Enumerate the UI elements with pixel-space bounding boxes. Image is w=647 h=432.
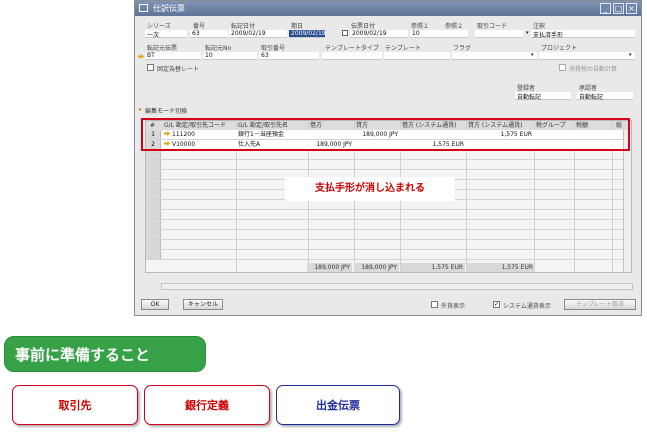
sc-display-checkbox[interactable]: ✓ <box>493 301 500 308</box>
business-partner-button[interactable]: 取引先 <box>12 385 138 425</box>
series-field[interactable]: 一次 <box>145 30 187 39</box>
series-label: シリーズ <box>147 23 171 30</box>
cancel-button[interactable]: キャンセル <box>183 299 223 310</box>
close-button[interactable]: × <box>626 3 637 14</box>
fc-display-checkbox[interactable] <box>431 301 438 308</box>
remarks-dropdown-icon[interactable]: ▾ <box>526 30 529 36</box>
number-field[interactable]: 63 <box>190 30 228 38</box>
template-type-field[interactable] <box>322 52 382 60</box>
sc-display-label: システム通貨表示 <box>503 303 551 310</box>
trans-no-label: 取引番号 <box>261 45 286 52</box>
callout-text: 支払手形が消し込まれる <box>285 177 455 201</box>
grid-horizontal-scrollbar[interactable] <box>161 283 633 290</box>
total-debit: 189,000 JPY <box>307 263 352 272</box>
expand-arrow-icon[interactable]: ▸ <box>139 106 142 113</box>
maximize-button[interactable]: □ <box>613 3 624 14</box>
project-field[interactable] <box>539 52 635 60</box>
template-label: テンプレート <box>385 45 421 52</box>
posting-date-field[interactable]: 2009/02/19 <box>229 30 287 38</box>
journal-icon <box>139 4 148 12</box>
project-label: プロジェクト <box>541 45 578 52</box>
ref1-label: 参照１ <box>411 23 430 30</box>
auto-tax-label: 消費税の自動計算 <box>569 66 618 73</box>
template-field[interactable] <box>384 52 450 60</box>
posting-date-label: 転記日付 <box>231 23 256 30</box>
origin-label: 転記元伝票 <box>147 45 178 52</box>
creator-label: 登録者 <box>517 85 536 92</box>
prep-title-banner: 事前に準備すること <box>4 336 206 372</box>
approver-field: 自動転記 <box>577 92 633 101</box>
origin-no-field: 10 <box>203 52 257 60</box>
remarks-label: 注釈 <box>533 23 546 30</box>
creator-field: 自動転記 <box>515 92 571 101</box>
approver-label: 承認者 <box>579 85 598 92</box>
ref1-field[interactable]: 10 <box>410 30 468 38</box>
total-debit-sc: 1,575 EUR <box>401 263 465 272</box>
number-label: 番号 <box>193 23 206 30</box>
grid-vertical-scrollbar[interactable] <box>623 130 631 272</box>
total-credit: 189,000 JPY <box>354 263 399 272</box>
fixed-rate-label: 固定為替レート <box>157 66 200 73</box>
origin-link-arrow-icon[interactable] <box>138 54 144 59</box>
indicator-label: フラグ <box>453 45 472 52</box>
due-date-label: 期日 <box>291 23 304 30</box>
trans-code-field[interactable] <box>475 30 523 38</box>
window-titlebar: 仕訳伝票 _ □ × <box>135 1 641 16</box>
journal-entry-window: 仕訳伝票 _ □ × シリーズ 番号 転記日付 期日 伝票日付 参照１ 参照２ … <box>134 0 642 316</box>
calendar-icon[interactable] <box>342 30 348 36</box>
origin-field: BT <box>145 52 201 60</box>
indicator-field[interactable] <box>452 52 537 60</box>
fixed-rate-checkbox[interactable] <box>147 64 154 71</box>
document-date-field[interactable]: 2009/02/19 <box>350 30 408 38</box>
ref2-label: 参照２ <box>445 23 464 30</box>
indicator-dropdown-icon[interactable]: ▾ <box>531 52 534 58</box>
total-credit-sc: 1,575 EUR <box>467 263 535 272</box>
document-date-label: 伝票日付 <box>351 23 376 30</box>
window-title: 仕訳伝票 <box>153 4 185 13</box>
outgoing-payment-button[interactable]: 出金伝票 <box>276 385 400 425</box>
ok-button[interactable]: OK <box>141 299 169 310</box>
due-date-field[interactable]: 2009/02/19 <box>289 30 326 38</box>
auto-tax-checkbox <box>559 64 566 71</box>
trans-code-label: 取引コード <box>477 23 508 30</box>
edit-mode-toggle[interactable]: 編集モード切換 <box>145 106 187 115</box>
trans-no-field: 63 <box>259 52 319 60</box>
minimize-button[interactable]: _ <box>600 3 611 14</box>
project-dropdown-icon[interactable]: ▾ <box>629 52 632 58</box>
bank-definition-button[interactable]: 銀行定義 <box>144 385 270 425</box>
remarks-field[interactable]: 支払済手形 <box>531 30 635 39</box>
origin-no-label: 転記元No <box>205 45 232 52</box>
fc-display-label: 外貨表示 <box>441 303 466 310</box>
template-cancel-button[interactable]: テンプレート取消 <box>564 299 636 310</box>
highlight-rows-box <box>141 118 630 151</box>
template-type-label: テンプレートタイプ <box>325 45 379 52</box>
